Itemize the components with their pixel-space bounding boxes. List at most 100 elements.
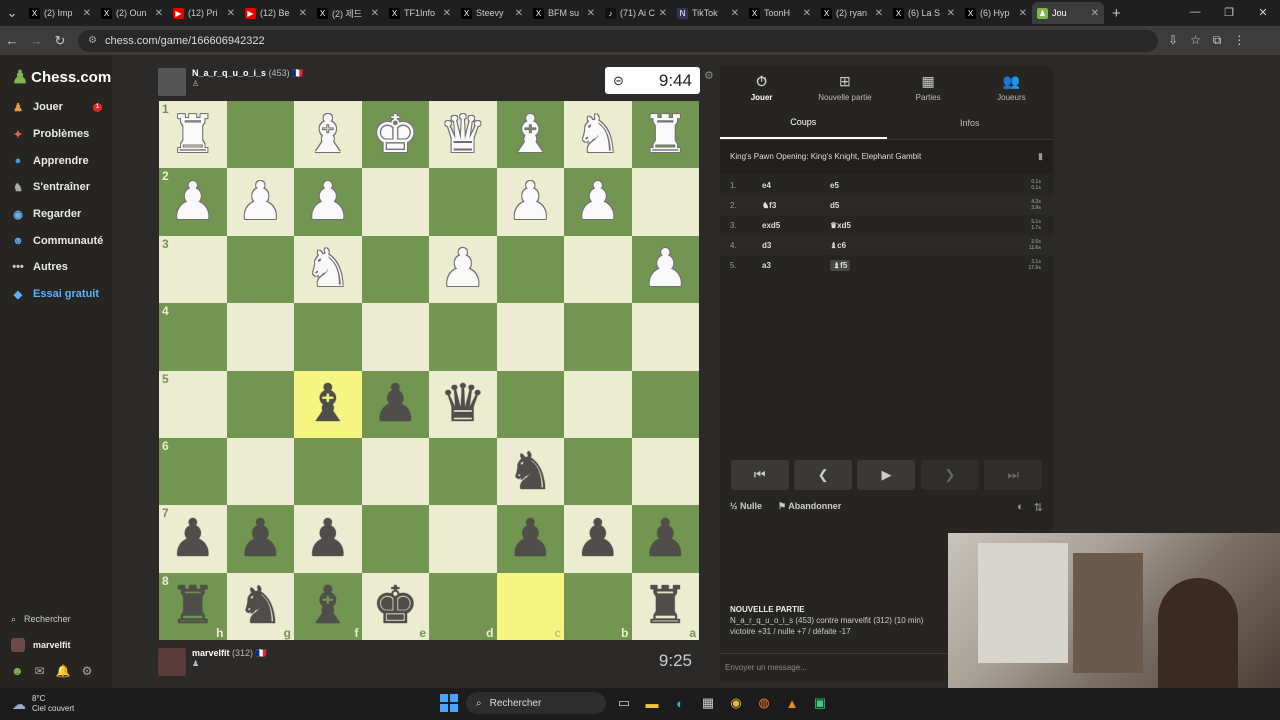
settings-gear-icon[interactable]: ⚙ bbox=[82, 664, 93, 678]
panel-tab[interactable]: ▦ Parties bbox=[887, 67, 970, 107]
chess-logo[interactable]: ♟ Chess.com bbox=[0, 55, 112, 88]
board-settings-icon[interactable]: ⚙ bbox=[704, 69, 714, 82]
minimize-icon[interactable]: — bbox=[1178, 0, 1212, 24]
board-square[interactable]: ♟ bbox=[226, 168, 294, 236]
chess-piece[interactable]: ♜ bbox=[169, 580, 216, 632]
restore-icon[interactable]: ❐ bbox=[1212, 0, 1246, 24]
black-move[interactable]: e5 bbox=[830, 181, 930, 190]
close-tab-icon[interactable]: ✕ bbox=[371, 8, 379, 19]
browser-tab[interactable]: X TF1Info ✕ bbox=[384, 2, 456, 24]
board-square[interactable] bbox=[564, 303, 632, 371]
board-square[interactable]: ♛ bbox=[429, 101, 497, 169]
close-tab-icon[interactable]: ✕ bbox=[155, 8, 163, 19]
previous-move-button[interactable]: ❮ bbox=[794, 460, 853, 490]
white-move[interactable]: exd5 bbox=[762, 221, 830, 230]
white-move[interactable]: a3 bbox=[762, 261, 830, 270]
board-square[interactable] bbox=[631, 303, 699, 371]
board-square[interactable]: ♟ bbox=[294, 168, 362, 236]
chess-piece[interactable]: ♟ bbox=[169, 513, 216, 565]
chess-piece[interactable]: ♝ bbox=[304, 378, 351, 430]
close-tab-icon[interactable]: ✕ bbox=[875, 8, 883, 19]
board-square[interactable]: 5 bbox=[159, 370, 227, 438]
browser-tab[interactable]: N TikTok ✕ bbox=[672, 2, 744, 24]
board-square[interactable]: ♝ bbox=[294, 101, 362, 169]
white-move[interactable]: ♞f3 bbox=[762, 201, 830, 210]
close-tab-icon[interactable]: ✕ bbox=[443, 8, 451, 19]
menu-icon[interactable]: ⋮ bbox=[1233, 33, 1245, 48]
board-square[interactable] bbox=[429, 505, 497, 573]
chess-piece[interactable]: ♚ bbox=[372, 580, 419, 632]
black-move[interactable]: ♝c6 bbox=[830, 241, 930, 250]
browser-tab[interactable]: ▶ (12) Pri ✕ bbox=[168, 2, 240, 24]
chess-piece[interactable]: ♛ bbox=[439, 378, 486, 430]
extensions-icon[interactable]: ⧉ bbox=[1213, 33, 1222, 48]
board-square[interactable]: ♝ bbox=[294, 370, 362, 438]
taskbar-search[interactable]: ⌕ Rechercher bbox=[466, 692, 606, 714]
close-tab-icon[interactable]: ✕ bbox=[299, 8, 307, 19]
friends-icon[interactable]: ☻ bbox=[11, 664, 24, 678]
chess-piece[interactable]: ♟ bbox=[574, 513, 621, 565]
chess-piece[interactable]: ♝ bbox=[304, 580, 351, 632]
white-move[interactable]: e4 bbox=[762, 181, 830, 190]
browser-tab[interactable]: X BFM su ✕ bbox=[528, 2, 600, 24]
firefox-icon[interactable]: ◍ bbox=[754, 693, 774, 713]
bell-icon[interactable]: 🔔 bbox=[56, 664, 71, 678]
chess-piece[interactable]: ♝ bbox=[507, 109, 554, 161]
board-square[interactable]: ♟ bbox=[361, 370, 429, 438]
browser-tab[interactable]: ♪ (71) Ai C ✕ bbox=[600, 2, 672, 24]
board-square[interactable] bbox=[226, 370, 294, 438]
browser-tab[interactable]: X (2) ryan ✕ bbox=[816, 2, 888, 24]
chat-input[interactable]: Envoyer un message... bbox=[720, 653, 948, 681]
next-move-button[interactable]: ❯ bbox=[920, 460, 979, 490]
board-square[interactable]: g ♞ bbox=[226, 572, 294, 641]
draw-button[interactable]: ½ Nulle bbox=[730, 501, 762, 512]
chess-piece[interactable]: ♟ bbox=[574, 176, 621, 228]
board-square[interactable] bbox=[564, 437, 632, 506]
panel-tab[interactable]: 👥 Joueurs bbox=[970, 67, 1053, 107]
board-square[interactable]: ♟ bbox=[631, 505, 699, 573]
board-square[interactable]: b bbox=[564, 572, 632, 641]
black-move[interactable]: ♝f5 bbox=[830, 259, 851, 271]
board-square[interactable] bbox=[361, 303, 429, 371]
board-square[interactable]: ♜ bbox=[631, 101, 699, 169]
chess-piece[interactable]: ♜ bbox=[169, 109, 216, 161]
board-square[interactable]: ♛ bbox=[429, 370, 497, 438]
close-tab-icon[interactable]: ✕ bbox=[515, 8, 523, 19]
board-square[interactable]: 6 bbox=[159, 437, 227, 506]
close-window-icon[interactable]: ✕ bbox=[1246, 0, 1280, 24]
back-icon[interactable]: ← bbox=[0, 33, 24, 48]
chess-piece[interactable]: ♚ bbox=[372, 109, 419, 161]
board-square[interactable] bbox=[226, 303, 294, 371]
close-tab-icon[interactable]: ✕ bbox=[803, 8, 811, 19]
browser-tab[interactable]: X (6) La S ✕ bbox=[888, 2, 960, 24]
browser-tab[interactable]: ♟ Jou ✕ bbox=[1032, 2, 1104, 24]
board-square[interactable]: ♟ bbox=[429, 235, 497, 304]
site-info-icon[interactable]: ⚙ bbox=[88, 35, 97, 46]
board-square[interactable]: 3 bbox=[159, 235, 227, 304]
close-tab-icon[interactable]: ✕ bbox=[731, 8, 739, 19]
board-square[interactable] bbox=[564, 235, 632, 304]
browser-tab[interactable]: X ToonH ✕ bbox=[744, 2, 816, 24]
board-square[interactable]: c bbox=[496, 572, 564, 641]
sidebar-item[interactable]: ☻ Communauté bbox=[0, 227, 112, 254]
avatar[interactable] bbox=[158, 68, 186, 96]
board-square[interactable] bbox=[429, 168, 497, 236]
chrome-icon[interactable]: ◉ bbox=[726, 693, 746, 713]
board-square[interactable] bbox=[564, 370, 632, 438]
board-square[interactable] bbox=[361, 437, 429, 506]
board-square[interactable]: 2 ♟ bbox=[159, 168, 227, 236]
book-icon[interactable]: ▮ bbox=[1038, 151, 1043, 162]
forward-icon[interactable]: → bbox=[24, 33, 48, 48]
sidebar-item[interactable]: ● Apprendre bbox=[0, 147, 112, 174]
chess-piece[interactable]: ♞ bbox=[574, 109, 621, 161]
board-square[interactable]: ♟ bbox=[564, 505, 632, 573]
analysis-icon[interactable]: ◐ bbox=[1017, 501, 1024, 514]
sidebar-item[interactable]: ◆ Essai gratuit bbox=[0, 281, 112, 308]
board-square[interactable] bbox=[496, 303, 564, 371]
sidebar-search[interactable]: ⌕ Rechercher bbox=[0, 606, 112, 632]
play-button[interactable]: ▶ bbox=[857, 460, 916, 490]
sidebar-item[interactable]: ◉ Regarder bbox=[0, 201, 112, 228]
close-tab-icon[interactable]: ✕ bbox=[1091, 8, 1099, 19]
tab-moves[interactable]: Coups bbox=[720, 107, 887, 139]
chess-piece[interactable]: ♞ bbox=[507, 446, 554, 498]
